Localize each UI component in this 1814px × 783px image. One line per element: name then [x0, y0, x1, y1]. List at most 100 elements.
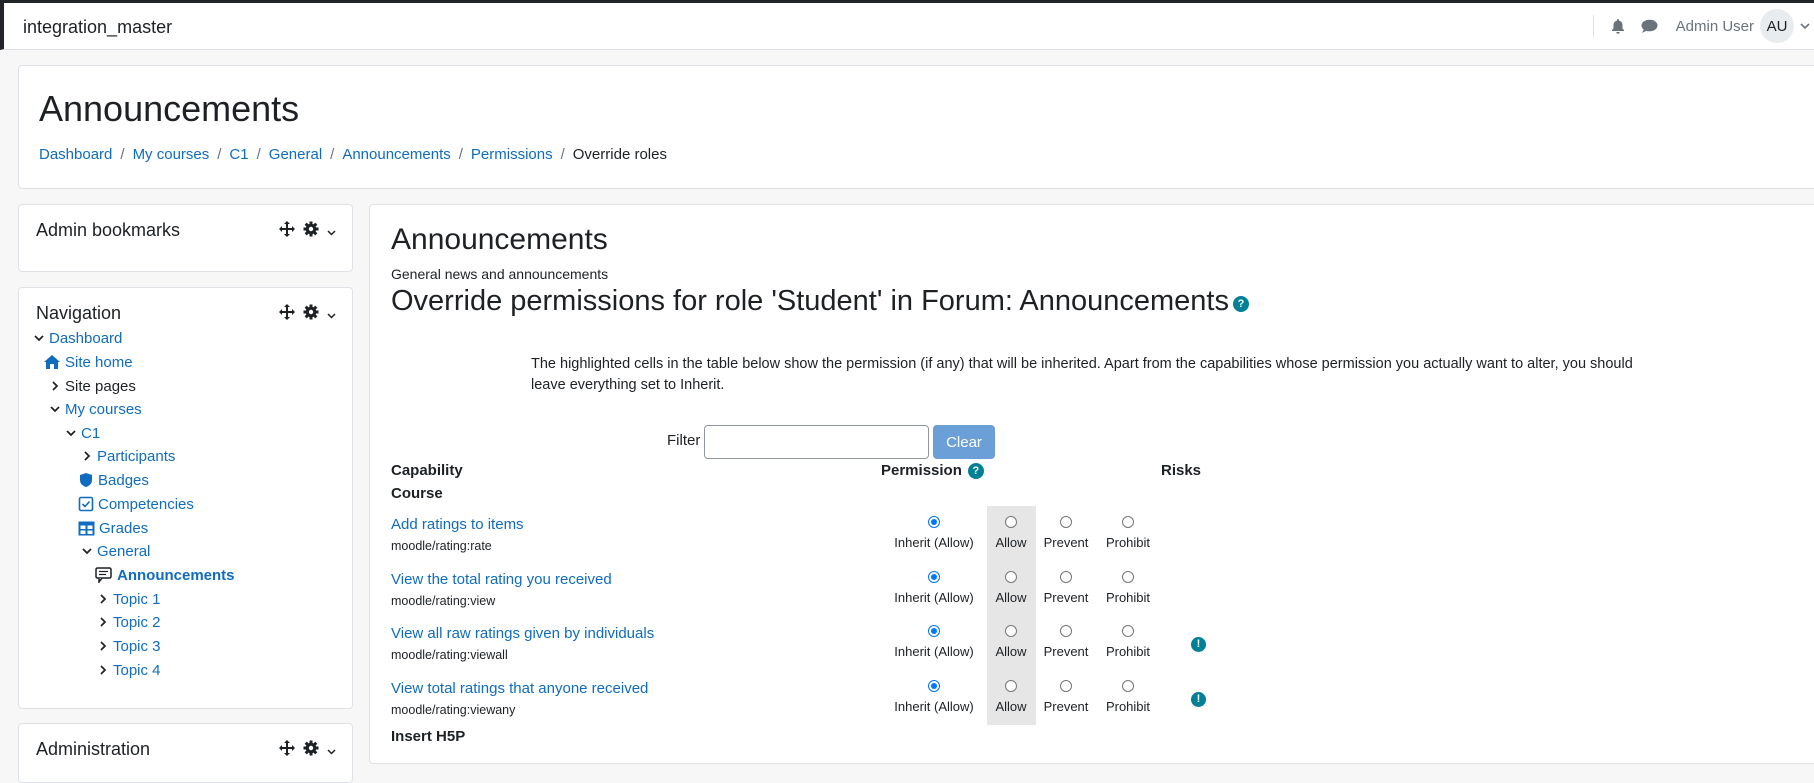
radio-inherit[interactable] [928, 516, 940, 528]
column-capability: Capability [391, 462, 463, 479]
move-icon[interactable] [279, 221, 295, 242]
radio-prohibit[interactable] [1122, 516, 1134, 528]
filter-input[interactable] [704, 425, 929, 459]
table-row: View total ratings that anyone received … [370, 671, 1814, 726]
nav-item-site-home[interactable]: Site home [43, 352, 133, 372]
nav-item-c1[interactable]: C1 [65, 423, 100, 443]
radio-inherit[interactable] [928, 680, 940, 692]
option-prohibit[interactable]: Prohibit [1078, 571, 1178, 605]
breadcrumb-general[interactable]: General [269, 146, 322, 163]
move-icon[interactable] [279, 304, 295, 325]
move-icon[interactable] [279, 740, 295, 761]
nav-item-badges[interactable]: Badges [78, 470, 149, 490]
block-title-navigation: Navigation [36, 303, 122, 323]
shield-icon [80, 473, 92, 487]
administration-block: Administration [18, 723, 353, 783]
override-explanation: The highlighted cells in the table below… [531, 356, 1633, 393]
column-risks: Risks [1161, 462, 1202, 479]
breadcrumb-announcements[interactable]: Announcements [342, 146, 450, 163]
help-icon[interactable]: ? [967, 462, 984, 479]
chevron-down-icon [34, 335, 44, 342]
override-title: Override permissions for role 'Student' … [391, 285, 1249, 318]
nav-item-dashboard[interactable]: Dashboard [33, 328, 122, 348]
capability-code: moodle/rating:viewall [391, 648, 508, 662]
risk-icon[interactable]: ! [1191, 689, 1206, 707]
block-controls [279, 304, 336, 325]
breadcrumb: Dashboard / My courses / C1/ General / Anno… [39, 146, 667, 163]
chevron-down-icon[interactable] [327, 742, 336, 760]
group-heading-course: Course [391, 485, 443, 502]
radio-prevent[interactable] [1060, 625, 1072, 637]
navbar-divider [1592, 15, 1594, 37]
breadcrumb-my-courses[interactable]: My courses [133, 146, 210, 163]
chevron-down-icon [66, 430, 76, 437]
radio-prevent[interactable] [1060, 516, 1072, 528]
breadcrumb-c1[interactable]: C1 [229, 146, 248, 163]
option-prohibit[interactable]: Prohibit [1078, 680, 1178, 714]
table-row: Add ratings to items moodle/rating:rate … [370, 507, 1814, 562]
option-prohibit[interactable]: Prohibit [1078, 625, 1178, 659]
admin-bookmarks-block: Admin bookmarks [18, 204, 353, 272]
table-row: View all raw ratings given by individual… [370, 616, 1814, 671]
capability-name[interactable]: View total ratings that anyone received [391, 680, 648, 697]
nav-item-my-courses[interactable]: My courses [49, 399, 142, 419]
nav-item-topic-3[interactable]: Topic 3 [97, 636, 161, 656]
gear-icon[interactable] [303, 740, 319, 761]
block-controls [279, 221, 336, 242]
capability-name[interactable]: View all raw ratings given by individual… [391, 625, 654, 642]
nav-item-grades[interactable]: Grades [78, 518, 148, 538]
nav-item-topic-4[interactable]: Topic 4 [97, 660, 161, 680]
navigation-block: Navigation Dashboard Site home Site page… [18, 287, 353, 709]
nav-item-topic-1[interactable]: Topic 1 [97, 589, 161, 609]
chevron-down-icon[interactable] [1800, 17, 1810, 35]
breadcrumb-permissions[interactable]: Permissions [471, 146, 553, 163]
gear-icon[interactable] [303, 221, 319, 242]
user-name[interactable]: Admin User [1676, 18, 1754, 35]
risk-icon[interactable]: ! [1191, 634, 1206, 652]
user-menu-area: Admin User AU [1592, 6, 1814, 46]
radio-prohibit[interactable] [1122, 625, 1134, 637]
chevron-right-icon [84, 451, 91, 461]
nav-item-competencies[interactable]: Competencies [78, 494, 194, 514]
capability-name[interactable]: View the total rating you received [391, 571, 612, 588]
chevron-down-icon [82, 548, 92, 555]
nav-item-announcements[interactable]: Announcements [95, 565, 235, 585]
capability-name[interactable]: Add ratings to items [391, 516, 524, 533]
group-heading-insert-h5p: Insert H5P [391, 728, 466, 745]
help-icon[interactable]: ? [1232, 295, 1249, 312]
column-permission: Permission ? [881, 462, 984, 479]
chevron-right-icon [100, 665, 107, 675]
clear-button[interactable]: Clear [933, 425, 995, 459]
activity-title: Announcements [391, 223, 608, 256]
avatar[interactable]: AU [1760, 9, 1794, 43]
nav-item-topic-2[interactable]: Topic 2 [97, 612, 161, 632]
nav-item-general[interactable]: General [81, 541, 150, 561]
radio-prohibit[interactable] [1122, 571, 1134, 583]
block-controls [279, 740, 336, 761]
grid-icon [78, 521, 95, 535]
nav-item-participants[interactable]: Participants [81, 446, 175, 466]
main-content: Announcements General news and announcem… [369, 204, 1814, 764]
activity-intro: General news and announcements [391, 266, 609, 282]
chevron-down-icon[interactable] [327, 306, 336, 324]
chevron-right-icon [52, 381, 59, 391]
chevron-right-icon [100, 594, 107, 604]
radio-inherit[interactable] [928, 571, 940, 583]
chevron-down-icon[interactable] [327, 223, 336, 241]
site-name[interactable]: integration_master [23, 17, 172, 38]
option-prohibit[interactable]: Prohibit [1078, 516, 1178, 550]
radio-prevent[interactable] [1060, 680, 1072, 692]
breadcrumb-dashboard[interactable]: Dashboard [39, 146, 112, 163]
radio-prevent[interactable] [1060, 571, 1072, 583]
radio-inherit[interactable] [928, 625, 940, 637]
chat-icon[interactable] [1640, 16, 1660, 36]
bell-icon[interactable] [1608, 16, 1628, 36]
radio-prohibit[interactable] [1122, 680, 1134, 692]
top-navbar: integration_master Admin User AU [0, 0, 1814, 50]
nav-item-site-pages[interactable]: Site pages [49, 376, 136, 396]
chevron-down-icon [50, 406, 60, 413]
home-icon [44, 355, 60, 369]
capability-code: moodle/rating:view [391, 594, 496, 608]
block-title-admin-bookmarks: Admin bookmarks [36, 220, 181, 240]
gear-icon[interactable] [303, 304, 319, 325]
